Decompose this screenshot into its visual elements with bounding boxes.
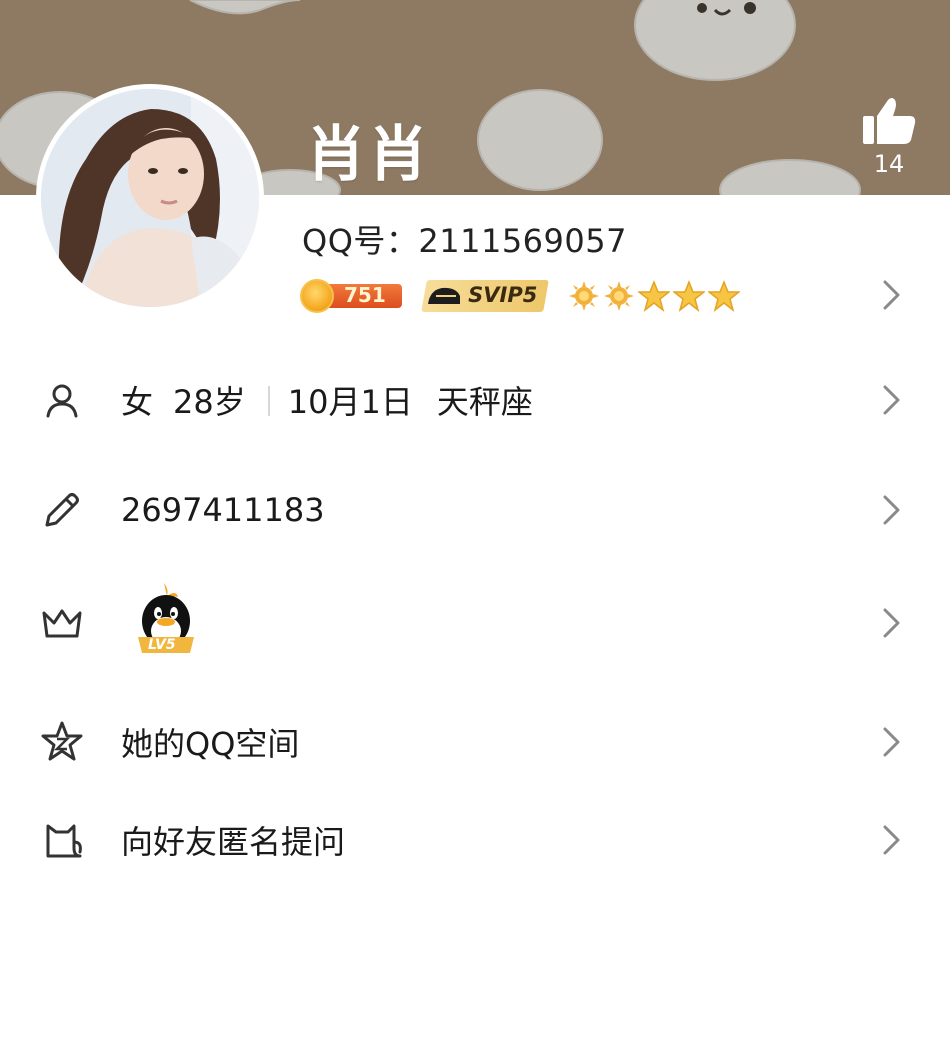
anonymous-question-row[interactable]: 向好友匿名提问	[0, 800, 950, 880]
star-icon	[638, 280, 670, 312]
birthday: 10月1日	[287, 383, 413, 421]
sun-icon	[569, 281, 599, 311]
qzone-row[interactable]: 她的QQ空间	[0, 702, 950, 782]
qzone-label: 她的QQ空间	[121, 725, 300, 763]
signature-text: 2697411183	[121, 491, 325, 529]
chevron-right-icon	[883, 727, 900, 757]
qq-level-text: LV5	[148, 637, 176, 653]
star-icon	[708, 280, 740, 312]
svip-crown-icon	[428, 287, 460, 304]
like-count: 14	[873, 150, 905, 178]
qq-number: QQ号：2111569057	[302, 222, 627, 260]
coin-count: 751	[344, 283, 386, 307]
like-button[interactable]: 14	[852, 96, 926, 178]
svip-badge[interactable]: SVIP5	[421, 280, 549, 312]
age: 28岁	[173, 383, 246, 421]
vip-row[interactable]: LV5	[0, 583, 950, 663]
chevron-right-icon[interactable]	[880, 278, 904, 312]
cat-box-icon	[40, 818, 84, 862]
coin-icon	[300, 279, 334, 313]
person-icon	[40, 378, 84, 422]
pencil-icon	[40, 488, 84, 532]
signature-row[interactable]: 2697411183	[0, 470, 950, 550]
zodiac: 天秤座	[436, 383, 533, 421]
badges-row[interactable]: 751 SVIP5	[300, 276, 740, 316]
level-icons[interactable]	[568, 280, 740, 312]
avatar-image	[41, 89, 259, 307]
crown-icon	[40, 601, 84, 645]
sun-icon	[604, 281, 634, 311]
chevron-right-icon	[883, 495, 900, 525]
qzone-star-icon	[40, 720, 84, 764]
divider	[267, 386, 270, 416]
nickname: 肖肖	[306, 120, 430, 190]
chevron-right-icon	[883, 825, 900, 855]
avatar[interactable]	[36, 84, 264, 312]
basic-info-row[interactable]: 女 28岁 10月1日 天秤座	[0, 360, 950, 440]
anonymous-question-label: 向好友匿名提问	[121, 823, 346, 861]
thumbs-up-icon	[863, 98, 916, 144]
gender: 女	[121, 383, 154, 421]
qq-level-badge: LV5	[134, 581, 198, 661]
chevron-right-icon	[883, 608, 900, 638]
basic-info-text: 女 28岁 10月1日 天秤座	[121, 377, 533, 423]
star-icon	[673, 280, 705, 312]
chevron-right-icon	[883, 385, 900, 415]
coin-badge[interactable]: 751	[300, 279, 402, 313]
svip-label: SVIP5	[468, 283, 538, 307]
